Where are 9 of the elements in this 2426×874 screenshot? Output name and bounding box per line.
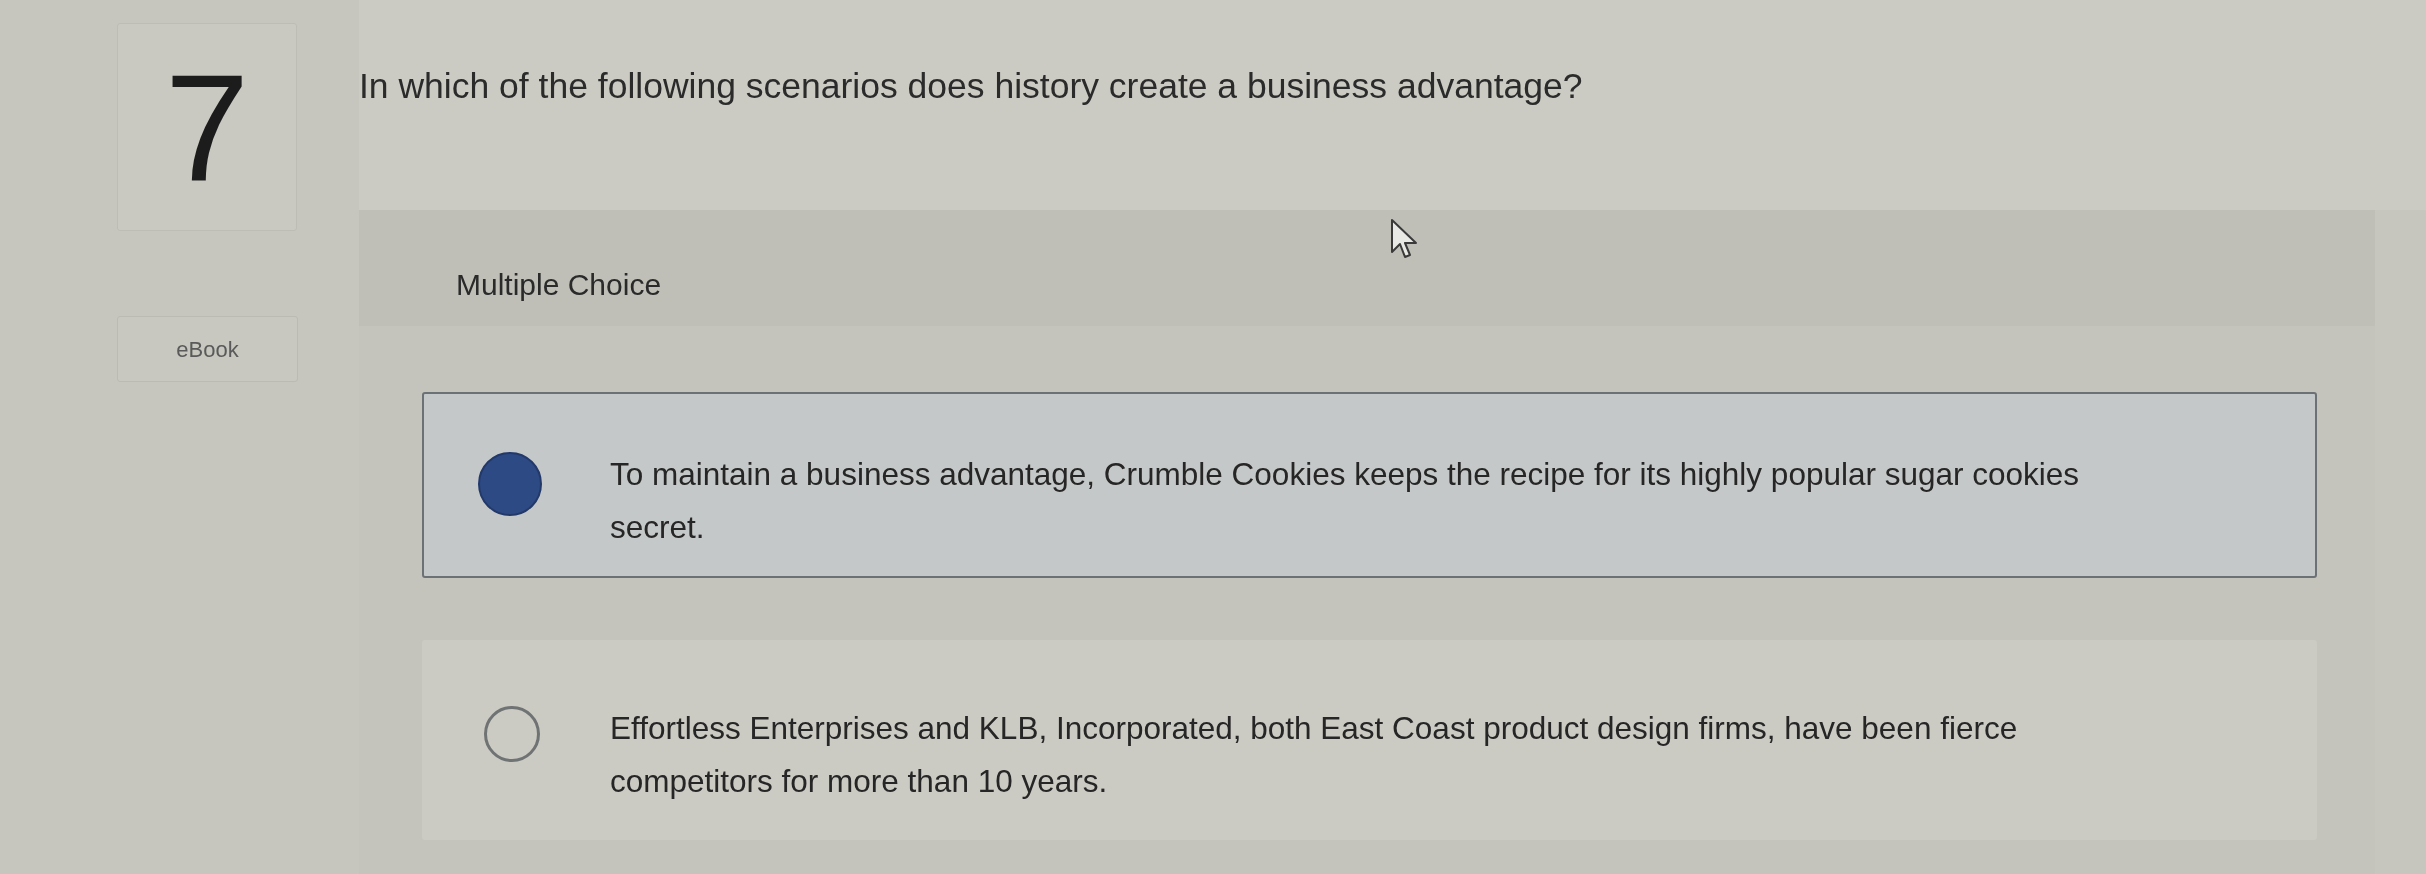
ebook-button[interactable]: eBook bbox=[117, 316, 298, 382]
option-text: To maintain a business advantage, Crumble Cookies keeps the recipe for its highly popular sugar cookies secret. bbox=[610, 455, 2081, 547]
question-type-label: Multiple Choice bbox=[456, 268, 662, 301]
radio-button[interactable] bbox=[478, 452, 542, 516]
question-number: 7 bbox=[117, 23, 297, 231]
radio-button[interactable] bbox=[484, 706, 540, 762]
question-text: In which of the following scenarios does history create a business advantage? bbox=[359, 66, 1583, 106]
option-text: Effortless Enterprises and KLB, Incorporated, both East Coast product design firms, have been fierce competitors for more than 10 years. bbox=[610, 709, 2019, 801]
mouse-pointer-icon bbox=[1390, 218, 1418, 260]
